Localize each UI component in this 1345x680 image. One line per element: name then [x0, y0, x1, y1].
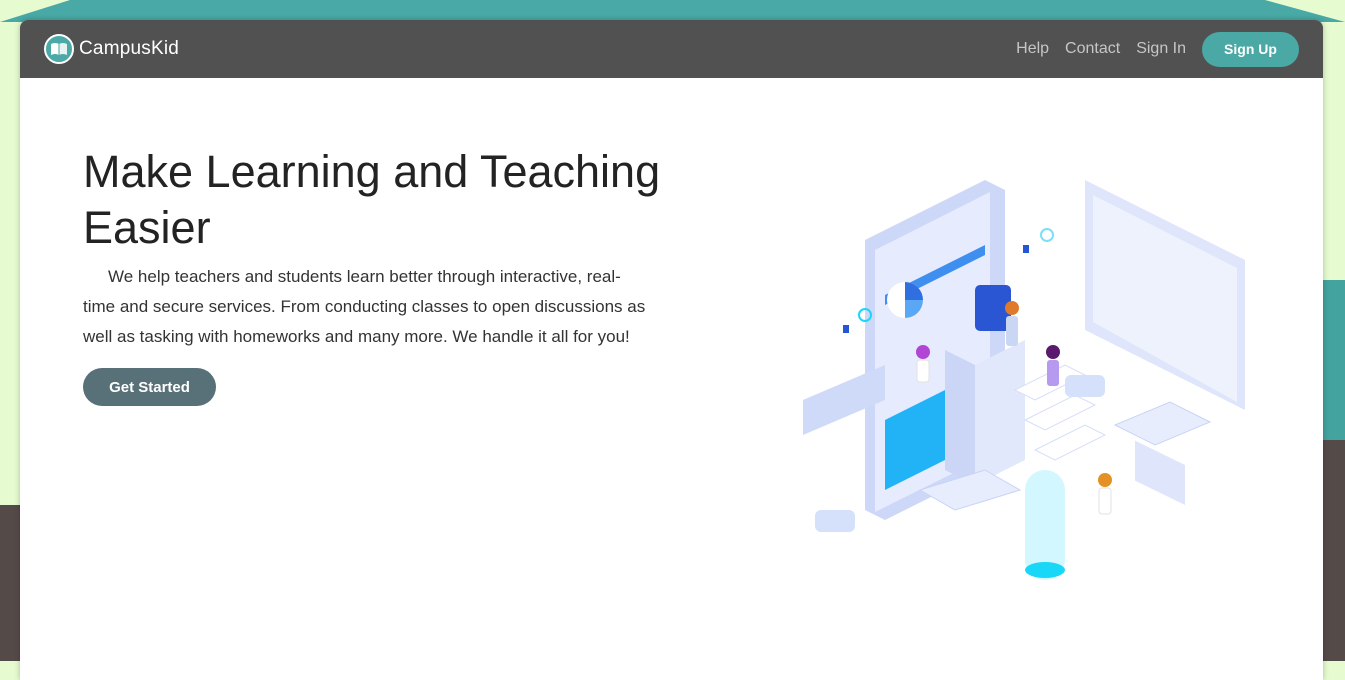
nav-link-help[interactable]: Help [1016, 40, 1049, 58]
sign-up-button[interactable]: Sign Up [1202, 31, 1299, 67]
background-teal-band [0, 0, 1345, 22]
nav-link-sign-in[interactable]: Sign In [1136, 40, 1186, 58]
nav-link-contact[interactable]: Contact [1065, 40, 1120, 58]
hero-description: We help teachers and students learn bett… [83, 267, 646, 346]
book-icon [44, 34, 74, 64]
nav-links: Help Contact Sign In Sign Up [1000, 20, 1299, 78]
hero-title: Make Learning and Teaching Easier [83, 146, 661, 253]
isometric-classroom-illustration [775, 140, 1255, 600]
brand-name: CampusKid [79, 38, 180, 59]
navbar: CampusKid Help Contact Sign In Sign Up [20, 20, 1323, 78]
brand-link[interactable]: CampusKid [44, 34, 179, 64]
main-card: CampusKid Help Contact Sign In Sign Up M… [20, 20, 1323, 680]
get-started-button[interactable]: Get Started [83, 368, 216, 406]
